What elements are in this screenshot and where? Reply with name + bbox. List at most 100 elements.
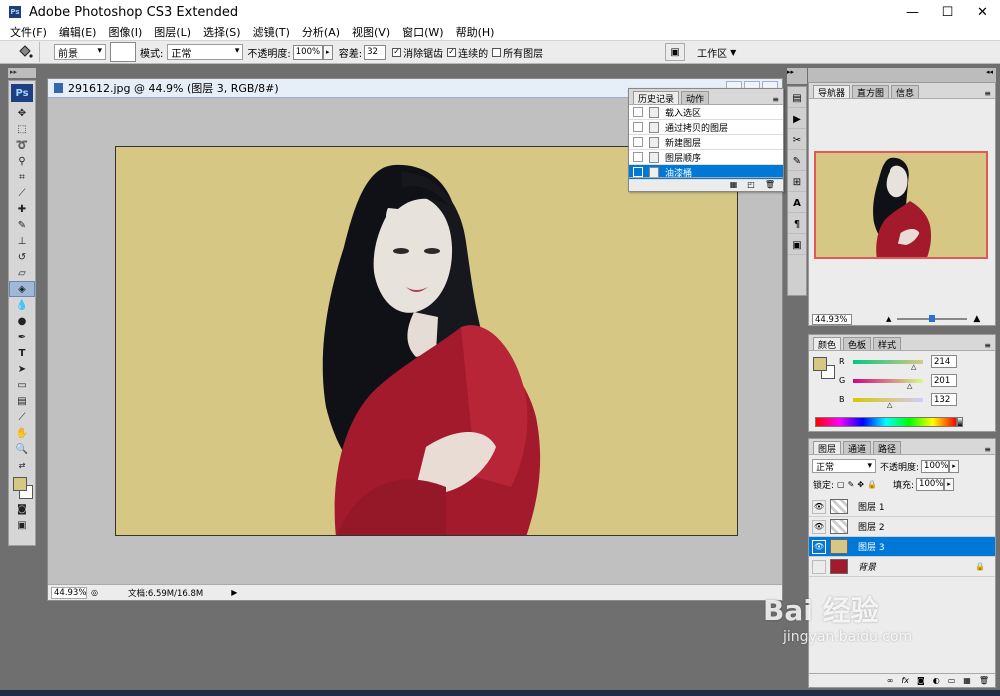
blue-slider[interactable]: △ [853,397,923,409]
history-panel-icon[interactable]: ▤ [788,90,806,108]
eyedropper-tool-icon[interactable]: ⟋ [9,409,35,425]
visibility-eye-icon[interactable]: 👁 [812,539,826,554]
layer-style-icon[interactable]: fx [901,676,909,685]
maximize-button[interactable]: ☐ [930,0,965,24]
layer-opacity-input[interactable]: 100% [921,459,950,473]
right-dock-header[interactable]: ◂◂ [808,68,996,82]
paint-bucket-tool-preset-icon[interactable] [10,42,40,62]
eraser-tool-icon[interactable]: ▱ [9,265,35,281]
red-slider[interactable]: △ [853,359,923,371]
opacity-input[interactable]: 100% [292,44,323,60]
layer-name[interactable]: 背景 [858,560,876,573]
fill-stepper[interactable]: ▸ [944,477,955,491]
red-input[interactable]: 214 [931,355,957,368]
type-tool-icon[interactable]: T [9,345,35,361]
workspace-button[interactable]: 工作区 [697,45,727,60]
healing-brush-tool-icon[interactable]: ✚ [9,201,35,217]
green-slider-thumb[interactable]: △ [907,382,912,390]
menu-layer[interactable]: 图层(L) [154,24,191,40]
all-layers-checkbox[interactable] [492,47,502,57]
tab-layers[interactable]: 图层 [813,441,842,455]
green-input[interactable]: 201 [931,374,957,387]
close-button[interactable]: ✕ [965,0,1000,24]
menu-filter[interactable]: 滤镜(T) [253,24,290,40]
menu-select[interactable]: 选择(S) [203,24,241,40]
layer-row[interactable]: 👁 图层 2 [809,517,995,537]
actions-panel-icon[interactable]: ▶ [788,111,806,129]
dock-header[interactable]: ▸▸ [787,68,807,84]
brush-tool-icon[interactable]: ✎ [9,217,35,233]
menu-file[interactable]: 文件(F) [10,24,47,40]
zoom-out-icon[interactable]: ▲ [886,315,891,323]
history-item[interactable]: 新建图层 [629,135,783,150]
character-panel-icon[interactable]: A [788,195,806,213]
clone-source-icon[interactable]: ⊞ [788,174,806,192]
foreground-color-chip[interactable] [813,357,827,371]
screen-mode-icon[interactable]: ▣ [9,517,35,533]
visibility-toggle-empty[interactable] [812,559,826,574]
layer-row[interactable]: 背景 🔒 [809,557,995,577]
layer-opacity-stepper[interactable]: ▸ [949,459,960,473]
tab-swatches[interactable]: 色板 [843,337,872,351]
paragraph-panel-icon[interactable]: ¶ [788,216,806,234]
history-brush-tool-icon[interactable]: ↺ [9,249,35,265]
panel-menu-icon[interactable]: ≡ [772,95,779,104]
menu-edit[interactable]: 编辑(E) [59,24,97,40]
opacity-stepper[interactable]: ▸ [322,44,333,60]
new-snapshot-icon[interactable]: ◰ [747,180,755,189]
visibility-eye-icon[interactable]: 👁 [812,519,826,534]
lasso-tool-icon[interactable]: ➰ [9,137,35,153]
crop-tool-icon[interactable]: ⌗ [9,169,35,185]
black-white-ramp[interactable] [957,417,963,427]
panel-menu-icon[interactable]: ≡ [984,341,991,350]
swap-colors-icon[interactable]: ⇄ [9,457,35,473]
panel-menu-icon[interactable]: ≡ [984,89,991,98]
layer-name[interactable]: 图层 2 [858,520,885,533]
visibility-eye-icon[interactable]: 👁 [812,499,826,514]
menu-window[interactable]: 窗口(W) [402,24,443,40]
move-tool-icon[interactable]: ✥ [9,105,35,121]
layer-row-selected[interactable]: 👁 图层 3 [809,537,995,557]
clone-stamp-tool-icon[interactable]: ⊥ [9,233,35,249]
tool-presets-icon[interactable]: ✂ [788,132,806,150]
link-layers-icon[interactable]: ∞ [887,676,894,685]
menu-image[interactable]: 图像(I) [108,24,142,40]
minimize-button[interactable]: — [895,0,930,24]
zoom-readout[interactable]: 44.93% [51,586,87,599]
tab-channels[interactable]: 通道 [843,441,872,455]
new-document-from-state-icon[interactable]: ▦ [730,180,738,189]
bridge-icon[interactable]: ▣ [665,43,686,61]
delete-layer-icon[interactable]: 🗑 [979,676,989,685]
path-selection-tool-icon[interactable]: ➤ [9,361,35,377]
history-item[interactable]: 通过拷贝的图层 [629,120,783,135]
lock-all-icon[interactable]: 🔒 [867,480,877,489]
blue-slider-thumb[interactable]: △ [887,401,892,409]
shape-tool-icon[interactable]: ▭ [9,377,35,393]
tab-histogram[interactable]: 直方图 [852,85,890,99]
navigator-preview[interactable] [814,151,988,259]
blur-tool-icon[interactable]: 💧 [9,297,35,313]
red-slider-thumb[interactable]: △ [911,363,916,371]
menu-analysis[interactable]: 分析(A) [302,24,340,40]
layer-comps-icon[interactable]: ▣ [788,237,806,255]
contiguous-checkbox[interactable]: ✓ [447,47,457,57]
notes-tool-icon[interactable]: ▤ [9,393,35,409]
history-item[interactable]: 载入选区 [629,105,783,120]
navigator-zoom-input[interactable]: 44.93% [812,313,852,325]
color-swatch-pair[interactable] [813,357,837,381]
fill-source-select[interactable]: 前景 [54,44,106,60]
layer-row[interactable]: 👁 图层 1 [809,497,995,517]
mode-select[interactable]: 正常 [167,44,244,60]
lock-pixels-icon[interactable]: ✎ [848,480,855,489]
status-arrow-button[interactable]: ▶ [231,588,237,597]
layer-name[interactable]: 图层 3 [858,540,885,553]
menu-help[interactable]: 帮助(H) [456,24,495,40]
tab-paths[interactable]: 路径 [873,441,902,455]
tab-navigator[interactable]: 导航器 [813,85,851,99]
dodge-tool-icon[interactable]: ● [9,313,35,329]
zoom-in-icon[interactable]: ▲ [973,314,980,324]
tab-color[interactable]: 颜色 [813,337,842,351]
history-item[interactable]: 图层顺序 [629,150,783,165]
trash-icon[interactable]: 🗑 [765,180,775,189]
navigator-zoom-slider[interactable] [897,315,968,322]
